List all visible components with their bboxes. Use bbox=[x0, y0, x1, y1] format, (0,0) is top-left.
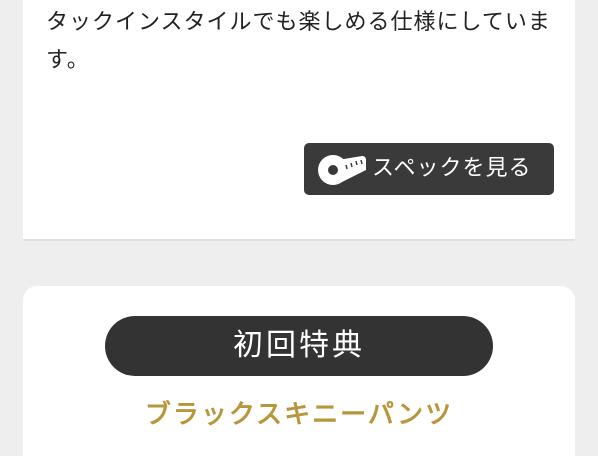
bonus-product-name: ブラックスキニーパンツ bbox=[144, 400, 454, 430]
description-line: タックインスタイルでも楽しめる仕様にしていま bbox=[46, 10, 551, 35]
view-spec-label: スペックを見る bbox=[372, 156, 532, 181]
first-time-bonus-card: 初回特典 ブラックスキニーパンツ bbox=[23, 286, 575, 456]
description-line: す。 bbox=[46, 48, 90, 73]
product-description: タックインスタイルでも楽しめる仕様にしていま す。 bbox=[46, 4, 556, 80]
first-time-bonus-badge: 初回特典 bbox=[105, 316, 493, 376]
view-spec-button[interactable]: スペックを見る bbox=[304, 143, 554, 195]
tape-measure-icon bbox=[318, 155, 366, 185]
product-description-card: タックインスタイルでも楽しめる仕様にしていま す。 スペックを見る bbox=[23, 0, 575, 241]
